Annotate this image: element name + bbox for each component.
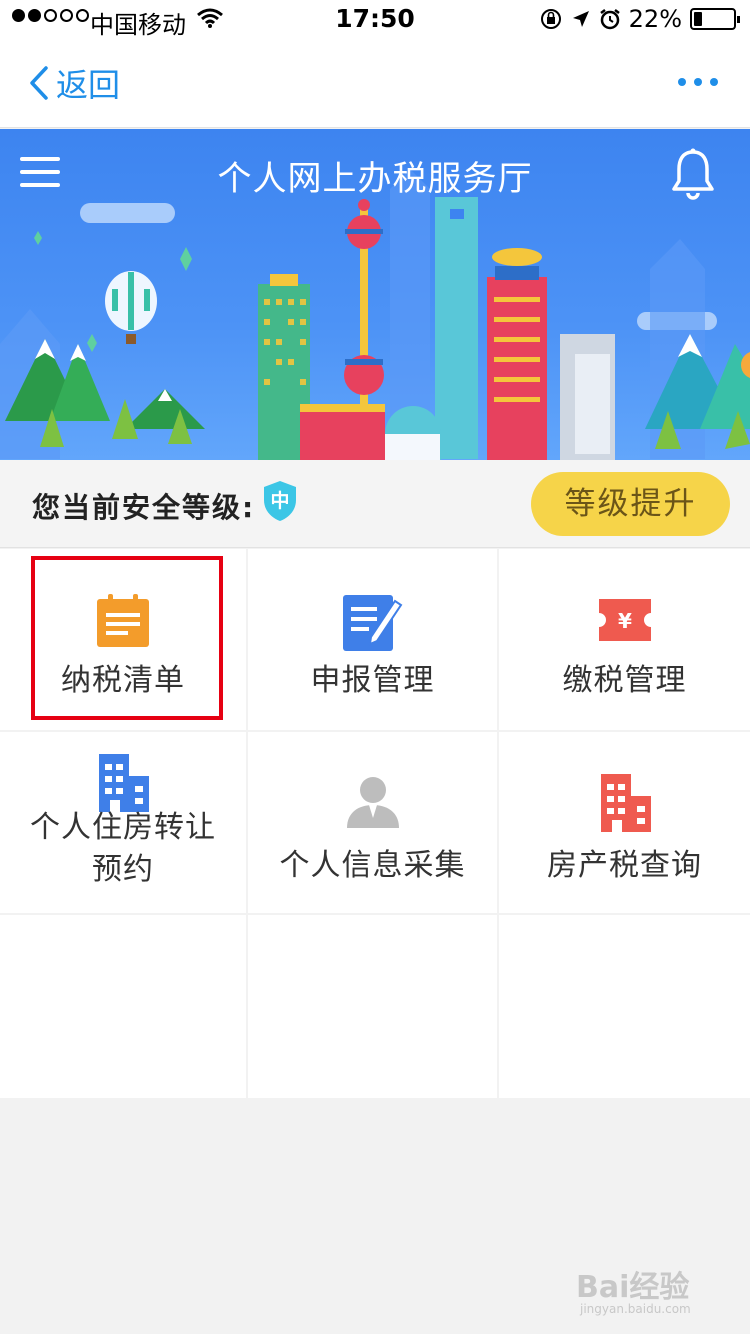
bell-icon[interactable] xyxy=(670,147,716,201)
building-icon xyxy=(99,754,149,812)
yuan-ticket-icon: ¥ xyxy=(598,599,651,641)
service-personal-info[interactable]: 个人信息采集 xyxy=(248,732,497,913)
service-label: 纳税清单 xyxy=(61,663,185,698)
baidu-jingyan-watermark: Bai经验 jingyan.baidu.com xyxy=(576,1262,691,1316)
upgrade-level-button[interactable]: 等级提升 xyxy=(531,472,730,536)
tax-list-icon xyxy=(97,594,149,647)
service-label: 缴税管理 xyxy=(562,663,687,698)
service-label: 个人信息采集 xyxy=(279,848,466,883)
orientation-lock-icon xyxy=(540,9,561,29)
service-declaration[interactable]: 申报管理 xyxy=(248,549,497,730)
service-label: 个人住房转让 xyxy=(30,810,216,845)
empty-cell xyxy=(499,915,750,1098)
watermark-url: jingyan.baidu.com xyxy=(580,1302,691,1316)
security-level-label: 您当前安全等级: xyxy=(32,491,256,524)
empty-cell xyxy=(0,915,246,1098)
status-bar: 中国移动 17:50 22% xyxy=(0,0,750,40)
security-level-row: 您当前安全等级: 中 等级提升 xyxy=(0,460,750,548)
back-label: 返回 xyxy=(56,66,121,104)
service-tax-list[interactable]: 纳税清单 xyxy=(0,549,246,730)
alarm-icon xyxy=(599,9,620,30)
empty-cell xyxy=(248,915,497,1098)
banner: 个人网上办税服务厅 xyxy=(0,129,750,460)
chevron-left-icon xyxy=(30,66,48,100)
shield-icon: 中 xyxy=(262,480,298,522)
property-building-icon xyxy=(600,774,651,832)
service-housing-transfer[interactable]: 个人住房转让 预约 xyxy=(0,732,246,913)
declaration-edit-icon xyxy=(342,595,402,651)
service-label: 预约 xyxy=(92,852,154,887)
svg-text:¥: ¥ xyxy=(618,609,632,633)
battery-icon xyxy=(690,8,740,30)
service-label: 申报管理 xyxy=(310,663,435,698)
page-title: 个人网上办税服务厅 xyxy=(217,159,533,199)
service-property-tax-query[interactable]: 房产税查询 xyxy=(499,732,750,913)
security-level-value: 中 xyxy=(270,490,290,512)
watermark-brand: Bai经验 xyxy=(576,1270,690,1305)
back-button[interactable]: 返回 xyxy=(28,60,120,106)
battery-percentage: 22% xyxy=(628,5,682,33)
more-dots-icon[interactable] xyxy=(678,78,718,86)
navigation-bar: 返回 xyxy=(0,40,750,128)
service-tax-payment[interactable]: ¥ 缴税管理 xyxy=(499,549,750,730)
person-icon xyxy=(346,777,399,828)
service-label: 房产税查询 xyxy=(547,848,702,883)
location-arrow-icon xyxy=(572,11,589,27)
